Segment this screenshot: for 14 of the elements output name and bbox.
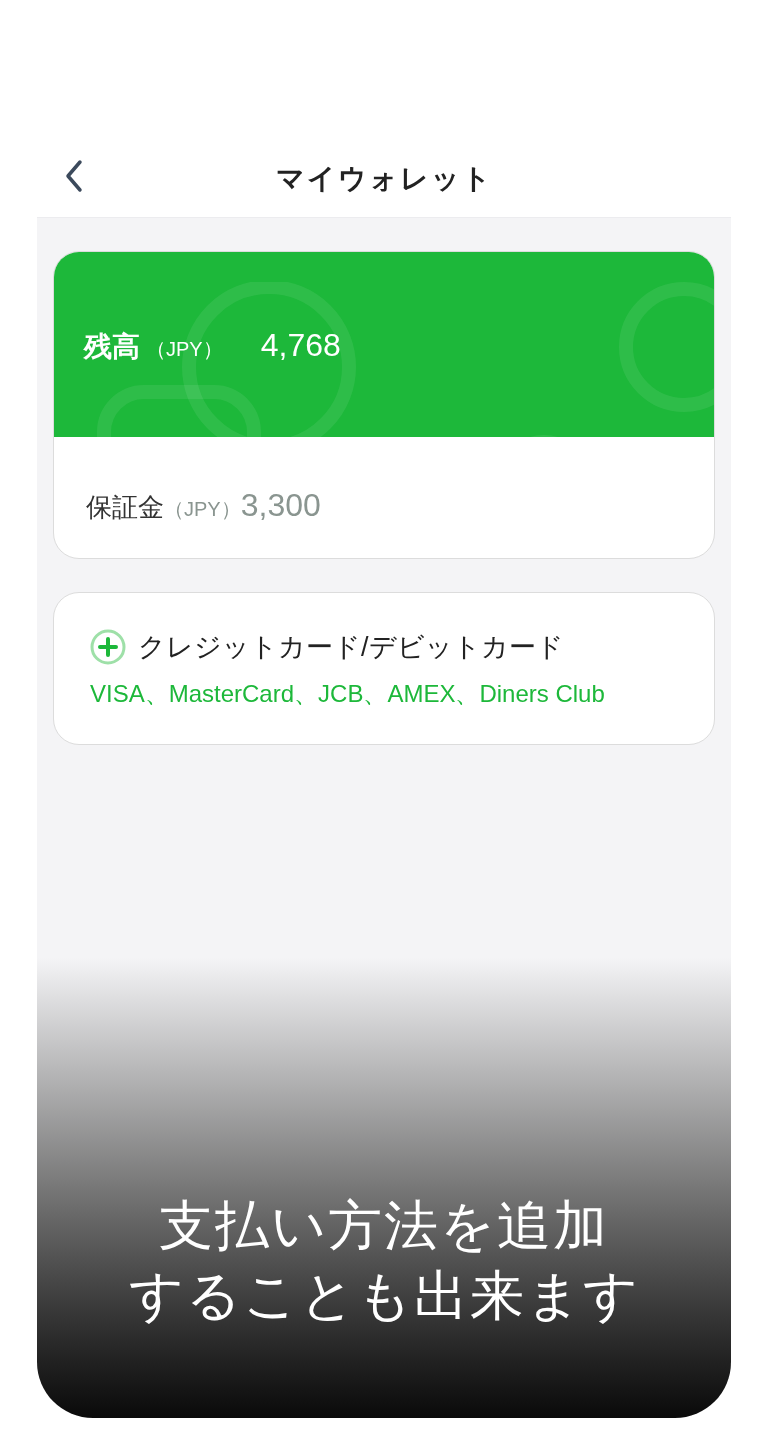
- currency-label: （JPY）: [164, 497, 241, 522]
- back-icon: [64, 159, 84, 193]
- balance-amount: 4,768: [260, 325, 341, 365]
- payment-method-label: クレジットカード/デビットカード: [138, 631, 564, 664]
- add-card-panel[interactable]: クレジットカード/デビットカード VISA、MasterCard、JCB、AMEX、Diners Club: [53, 592, 715, 745]
- balance-label: 残高: [84, 329, 140, 364]
- add-icon: [90, 629, 126, 666]
- deposit-label: 保証金: [86, 491, 164, 524]
- currency-label: （JPY）: [146, 336, 223, 362]
- screen-title: マイウォレット: [275, 161, 493, 196]
- deposit-amount: 3,300: [240, 486, 321, 525]
- caption-line: することも出来ます: [128, 1264, 640, 1327]
- caption-line: 支払い方法を追加: [159, 1194, 609, 1257]
- card-brands-text: VISA、MasterCard、JCB、AMEX、Diners Club: [90, 678, 606, 709]
